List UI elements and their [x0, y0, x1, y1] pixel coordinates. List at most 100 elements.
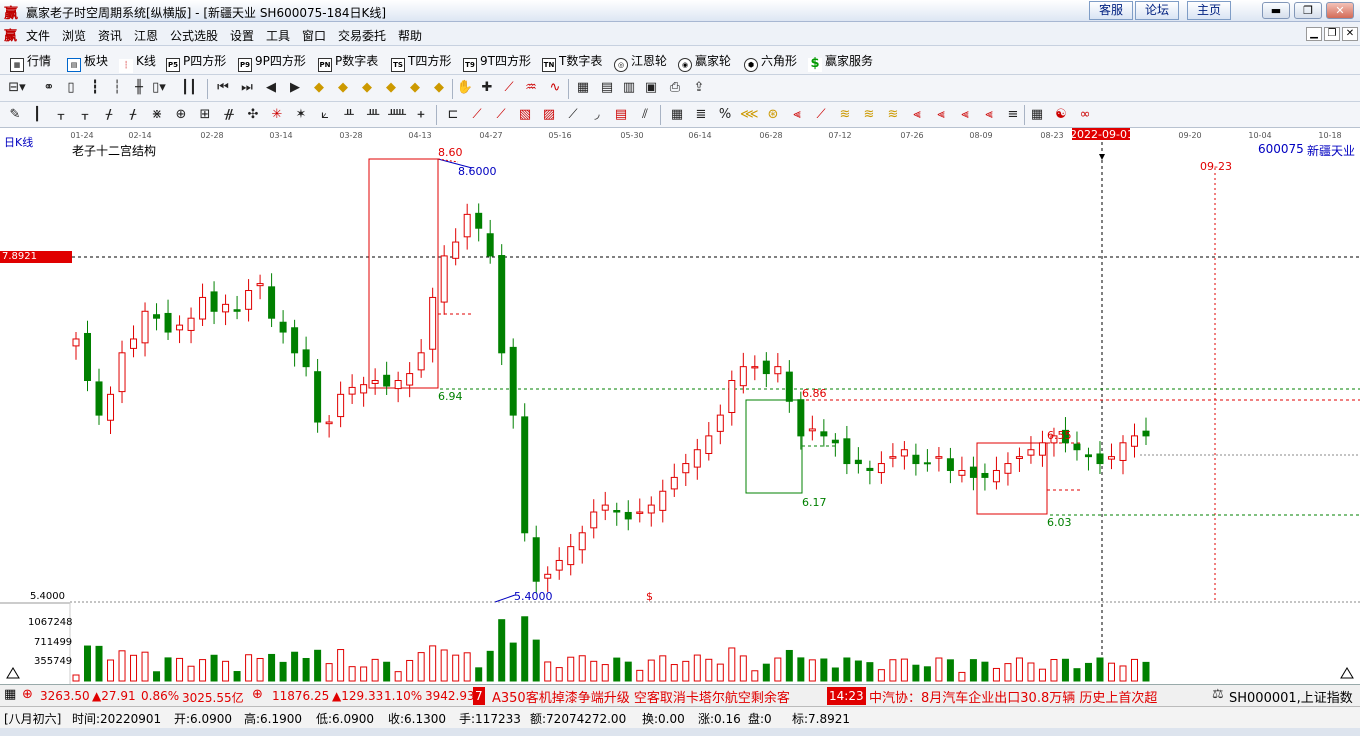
news-ticker-1[interactable]: A350客机掉漆争端升级 空客取消卡塔尔航空剩余客: [492, 687, 790, 706]
hand-icon[interactable]: ✋: [456, 79, 474, 97]
red-fan-5-icon[interactable]: ⫷: [956, 106, 974, 124]
trend-tool-icon[interactable]: ⟋: [564, 106, 582, 124]
kline-chart[interactable]: 01-24 02-14 02-28 03-14 03-28 04-13 04-27 05-16…: [0, 128, 1360, 684]
period-dropdown-icon[interactable]: ▯▾: [150, 79, 168, 97]
toolbar-p-table[interactable]: PN P数字表: [318, 53, 378, 72]
fan-red-icon[interactable]: ⫷: [788, 106, 806, 124]
fan-tool-icon[interactable]: ⟋: [468, 106, 486, 124]
toolbar-quotes[interactable]: ▦ 行情: [10, 53, 51, 72]
toolbar-9t-square[interactable]: T9 9T四方形: [463, 53, 531, 72]
arc-tool-icon[interactable]: ◞: [588, 106, 606, 124]
menu-settings[interactable]: 设置: [230, 27, 254, 44]
menu-info[interactable]: 资讯: [98, 27, 122, 44]
homepage-button[interactable]: 主页: [1187, 1, 1231, 20]
toolbar-t-table[interactable]: TN T数字表: [542, 53, 602, 72]
menu-formula[interactable]: 公式选股: [170, 27, 218, 44]
table-view-icon[interactable]: ▦: [1028, 106, 1046, 124]
last-icon[interactable]: ⏭: [238, 79, 256, 97]
crosshair-icon[interactable]: ✚: [478, 79, 496, 97]
prev-icon[interactable]: ◀: [262, 79, 280, 97]
pattern-icon[interactable]: ♒: [522, 79, 540, 97]
toolbar-gann-wheel[interactable]: ◎ 江恩轮: [614, 53, 667, 72]
period-lines-icon[interactable]: ᚐ: [412, 106, 430, 124]
gold-1-icon[interactable]: ≋: [836, 106, 854, 124]
fork-tool-4-icon[interactable]: ᚋ: [124, 106, 142, 124]
menu-window[interactable]: 窗口: [302, 27, 326, 44]
customer-service-button[interactable]: 客服: [1089, 1, 1133, 20]
next-icon[interactable]: ▶: [286, 79, 304, 97]
bar-chart-icon[interactable]: ┆: [108, 79, 126, 97]
grid-fan-icon[interactable]: ▧: [516, 106, 534, 124]
lines-icon[interactable]: ≡: [1004, 106, 1022, 124]
zoom-out-diamond-icon[interactable]: ◆: [430, 79, 448, 97]
toolbar-t-square[interactable]: TS T四方形: [391, 53, 451, 72]
gann-box-icon[interactable]: ⋘: [740, 106, 759, 124]
menu-tools[interactable]: 工具: [266, 27, 290, 44]
fork-tool-2-icon[interactable]: ᚁ: [76, 106, 94, 124]
document-icon[interactable]: ▯: [62, 79, 80, 97]
save-icon[interactable]: ▣: [642, 79, 660, 97]
yin-yang-icon[interactable]: ☯: [1052, 106, 1070, 124]
toolbar-winner-wheel[interactable]: ◉ 赢家轮: [678, 53, 731, 72]
mdi-minimize-icon[interactable]: ▁: [1306, 27, 1322, 41]
circle-tool-icon[interactable]: ⊕: [172, 106, 190, 124]
fork-tool-3-icon[interactable]: ᚋ: [100, 106, 118, 124]
fork-tool-icon[interactable]: ᚁ: [52, 106, 70, 124]
fan-red-2-icon[interactable]: ⟋: [812, 106, 830, 124]
gold-2-icon[interactable]: ≋: [860, 106, 878, 124]
menu-browse[interactable]: 浏览: [62, 27, 86, 44]
candle-tool-icon[interactable]: ┃: [28, 106, 46, 124]
toolbar-p-square[interactable]: P5 P四方形: [166, 53, 226, 72]
up-diamond-icon[interactable]: ◆: [310, 79, 328, 97]
menu-trade[interactable]: 交易委托: [338, 27, 386, 44]
gann-fan-icon[interactable]: ⋇: [148, 106, 166, 124]
box-fan-icon[interactable]: ▨: [540, 106, 558, 124]
pencil-icon[interactable]: ✎: [6, 106, 24, 124]
book-icon[interactable]: ▥: [620, 79, 638, 97]
gold-3-icon[interactable]: ≋: [884, 106, 902, 124]
red-fan-3-icon[interactable]: ⫷: [908, 106, 926, 124]
left-diamond-icon[interactable]: ◆: [358, 79, 376, 97]
grid-tool-icon[interactable]: ⊞: [196, 106, 214, 124]
minimize-icon[interactable]: ▬: [1262, 2, 1290, 19]
columns-icon[interactable]: ┃┃: [180, 79, 198, 97]
red-fan-6-icon[interactable]: ⫷: [980, 106, 998, 124]
draw-line-icon[interactable]: ⟋: [500, 79, 518, 97]
menu-gann[interactable]: 江恩: [134, 27, 158, 44]
angle-tool-icon[interactable]: ⟀: [316, 106, 334, 124]
cycle-lines-icon[interactable]: ᚊ: [388, 106, 406, 124]
menu-file[interactable]: 文件: [26, 27, 50, 44]
level-tool-icon[interactable]: ≣: [692, 106, 710, 124]
wave-icon[interactable]: ∿: [546, 79, 564, 97]
toolbar-9p-square[interactable]: P9 9P四方形: [238, 53, 306, 72]
right-diamond-icon[interactable]: ◆: [382, 79, 400, 97]
chart-type-icon[interactable]: ┇: [86, 79, 104, 97]
toolbar-kline[interactable]: ┆ K线: [119, 53, 156, 73]
zoom-in-diamond-icon[interactable]: ◆: [406, 79, 424, 97]
time-tool-icon[interactable]: ᚇ: [340, 106, 358, 124]
toolbar-winner-service[interactable]: $ 赢家服务: [808, 53, 873, 72]
down-diamond-icon[interactable]: ◆: [334, 79, 352, 97]
print-icon[interactable]: ⎙: [666, 79, 684, 97]
red-fan-4-icon[interactable]: ⫷: [932, 106, 950, 124]
news-ticker-2[interactable]: 中汽协：8月汽车企业出口30.8万辆 历史上首次超: [869, 687, 1157, 706]
menu-help[interactable]: 帮助: [398, 27, 422, 44]
parallel-tool-icon[interactable]: ⫽: [636, 106, 654, 124]
percent-icon[interactable]: %: [716, 106, 734, 124]
fan-tool-2-icon[interactable]: ⟋: [492, 106, 510, 124]
index-ticker[interactable]: SH000001,上证指数: [1229, 687, 1353, 706]
compass-tool-icon[interactable]: ✳: [268, 106, 286, 124]
infinity-icon[interactable]: ∞: [1076, 106, 1094, 124]
toolbar-hexagon[interactable]: ⬢ 六角形: [744, 53, 797, 72]
mdi-restore-icon[interactable]: ❐: [1324, 27, 1340, 41]
link-icon[interactable]: ⚭: [40, 79, 58, 97]
layout-dropdown-icon[interactable]: ⊟▾: [8, 79, 26, 97]
star-tool-icon[interactable]: ✶: [292, 106, 310, 124]
grid-icon[interactable]: ▦: [4, 687, 16, 702]
cycle-tool-icon[interactable]: ᚌ: [220, 106, 238, 124]
close-icon[interactable]: ✕: [1326, 2, 1354, 19]
fib-time-icon[interactable]: ᚈ: [364, 106, 382, 124]
export-icon[interactable]: ⇪: [690, 79, 708, 97]
fib-tool-icon[interactable]: ▦: [668, 106, 686, 124]
mdi-close-icon[interactable]: ✕: [1342, 27, 1358, 41]
